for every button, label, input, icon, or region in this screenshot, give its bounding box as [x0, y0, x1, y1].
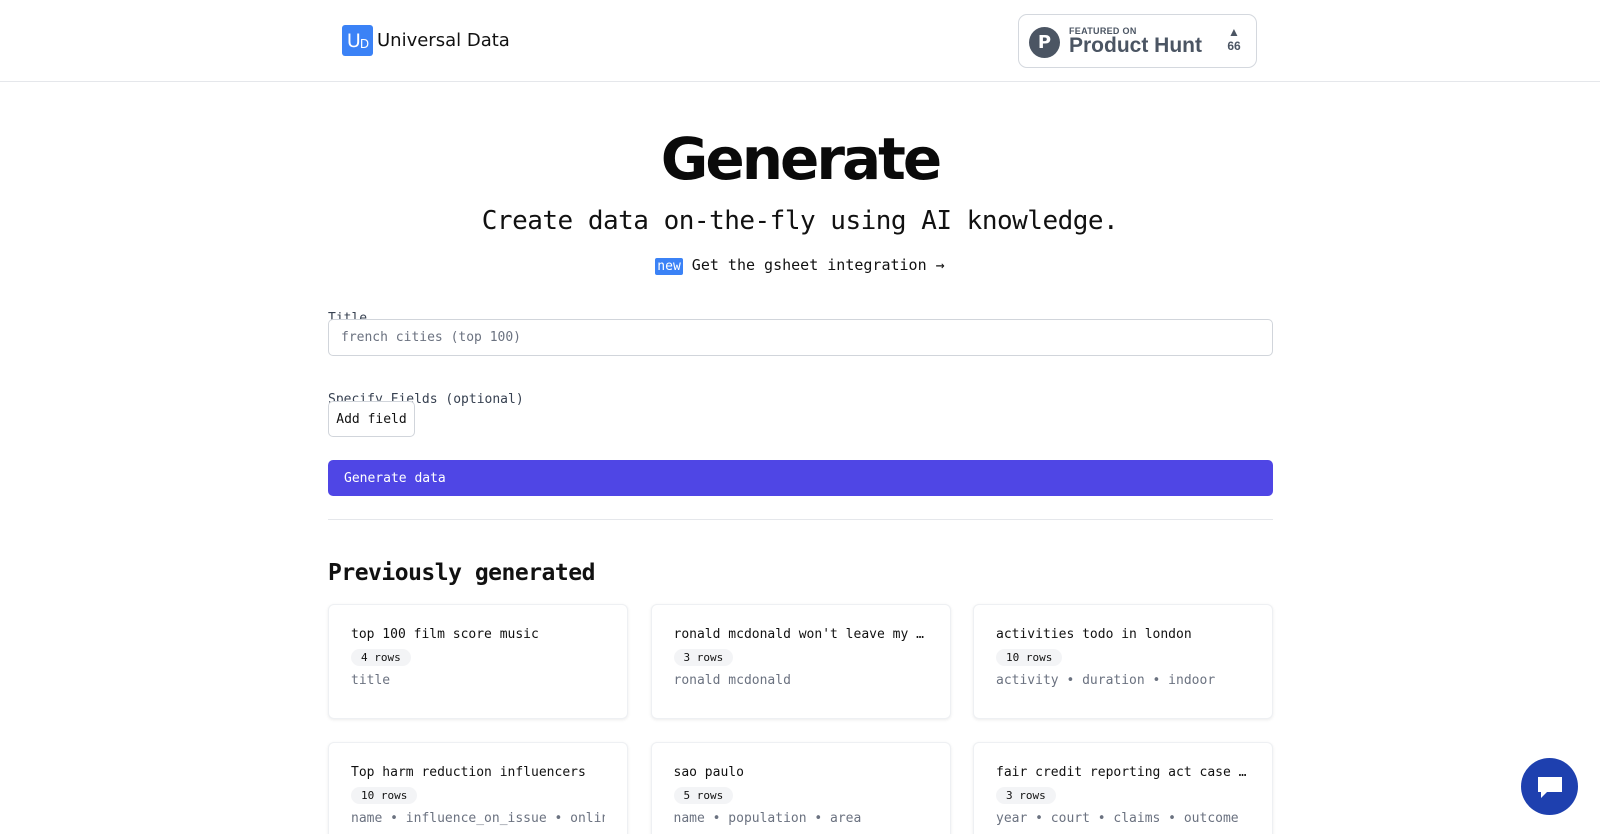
dataset-fields: activity • duration • indoor [996, 673, 1216, 688]
dataset-card[interactable]: Top harm reduction influencers 10 rows n… [328, 742, 628, 834]
page-subtitle: Create data on-the-fly using AI knowledg… [481, 206, 1119, 236]
row-count-badge: 10 rows [351, 787, 418, 804]
dataset-title: top 100 film score music [351, 627, 539, 642]
dataset-card[interactable]: top 100 film score music 4 rows title [328, 604, 628, 719]
top-navigation-bar: UD Universal Data P FEATURED ON Product … [0, 0, 1600, 82]
dataset-title: activities todo in london [996, 627, 1192, 642]
upvote-count: 66 [1227, 39, 1241, 53]
dataset-title: fair credit reporting act case law rulin… [996, 765, 1250, 780]
logo-mark-sub-letter: D [359, 36, 369, 51]
dataset-card[interactable]: activities todo in london 10 rows activi… [973, 604, 1273, 719]
dataset-fields: name • population • area [673, 811, 862, 826]
generate-data-button[interactable]: Generate data [328, 460, 1273, 496]
dataset-card[interactable]: ronald mcdonald won't leave my bathroom … [650, 604, 951, 719]
section-divider [328, 519, 1273, 520]
row-count-badge: 10 rows [996, 649, 1063, 666]
upvote-arrow-icon: ▲ [1228, 25, 1240, 39]
dataset-fields: name • influence_on_issue • online_follo… [351, 811, 605, 826]
row-count-badge: 3 rows [996, 787, 1056, 804]
dataset-card[interactable]: fair credit reporting act case law rulin… [973, 742, 1273, 834]
previously-generated-heading: Previously generated [328, 560, 595, 586]
universal-data-logo-icon: UD [342, 25, 373, 56]
page-title: Generate [660, 125, 942, 193]
gsheet-integration-text: Get the gsheet integration → [682, 256, 945, 274]
product-hunt-badge[interactable]: P FEATURED ON Product Hunt ▲ 66 [1018, 14, 1257, 68]
row-count-badge: 3 rows [673, 649, 734, 666]
dataset-card[interactable]: sao paulo 5 rows name • population • are… [650, 742, 951, 834]
logo-mark-letter: U [346, 29, 361, 52]
brand-name: Universal Data [377, 30, 510, 51]
product-hunt-name: Product Hunt [1069, 34, 1202, 57]
chat-bubble-icon [1537, 776, 1562, 798]
dataset-title: ronald mcdonald won't leave my bathroom [673, 627, 928, 642]
add-field-button[interactable]: Add field [328, 401, 415, 437]
row-count-badge: 4 rows [351, 649, 411, 666]
dataset-title: Top harm reduction influencers [351, 765, 586, 780]
dataset-fields: ronald mcdonald [673, 673, 791, 688]
product-hunt-votes: ▲ 66 [1221, 25, 1247, 53]
dataset-title: sao paulo [673, 765, 744, 780]
gsheet-integration-link[interactable]: new Get the gsheet integration → [0, 256, 1600, 275]
row-count-badge: 5 rows [673, 787, 734, 804]
dataset-fields: title [351, 673, 391, 688]
title-input[interactable] [328, 319, 1273, 356]
new-badge: new [655, 258, 683, 275]
chat-launcher-button[interactable] [1521, 758, 1578, 815]
dataset-fields: year • court • claims • outcome [996, 811, 1239, 826]
brand-logo-link[interactable]: UD Universal Data [342, 25, 510, 56]
product-hunt-logo-icon: P [1029, 27, 1060, 58]
previous-datasets-grid: top 100 film score music 4 rows title ro… [328, 604, 1273, 834]
